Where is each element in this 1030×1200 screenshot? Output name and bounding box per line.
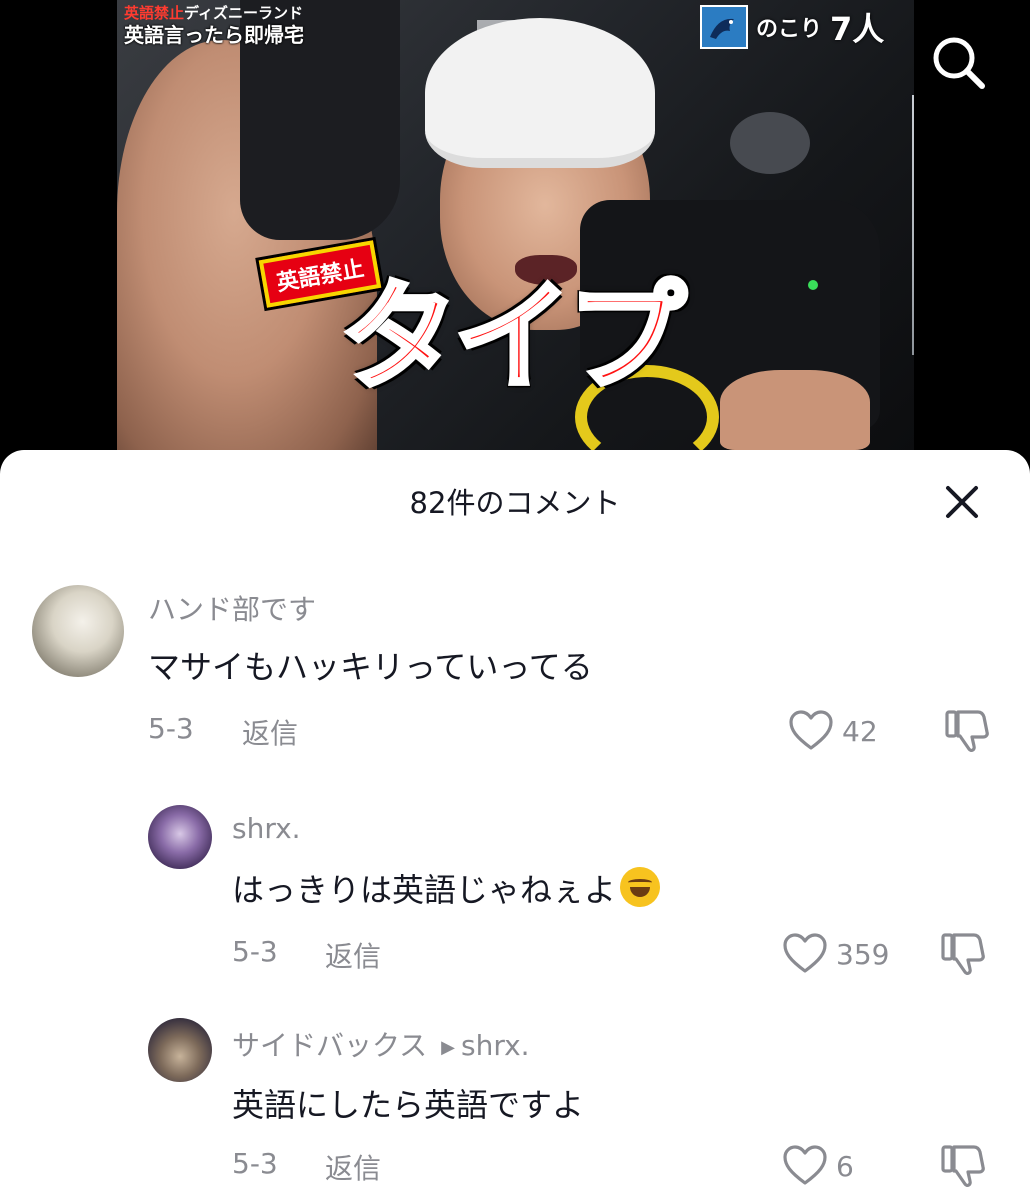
title-tag: 英語禁止 — [124, 4, 185, 22]
dislike-button[interactable] — [944, 708, 990, 758]
video-subtitle: 英語言ったら即帰宅 — [124, 23, 304, 47]
reply-to-author: shrx. — [461, 1029, 530, 1062]
like-button[interactable]: 359 — [782, 933, 889, 975]
comment-author[interactable]: ハンド部です — [148, 588, 316, 628]
video-player[interactable]: 英語禁止ディズニーランド 英語言ったら即帰宅 英語禁止 タイプ のこり 7人 — [0, 0, 1030, 470]
avatar[interactable] — [32, 585, 124, 677]
thumbs-down-icon — [941, 1145, 985, 1188]
thumbs-down-icon — [945, 710, 989, 753]
reply-button[interactable]: 返信 — [325, 935, 381, 975]
like-button[interactable]: 42 — [788, 710, 878, 752]
like-button[interactable]: 6 — [782, 1145, 854, 1187]
rolling-on-floor-laughing-emoji — [620, 867, 661, 907]
search-icon — [933, 37, 985, 89]
like-count: 42 — [842, 714, 878, 748]
comment-date: 5-3 — [232, 935, 278, 968]
close-button[interactable] — [940, 480, 984, 524]
reply-button[interactable]: 返信 — [325, 1147, 381, 1187]
remaining-count: 7人 — [830, 10, 885, 48]
comment-sheet: 82件のコメント ハンド部です マサイもハッキリっていってる 5-3 返信 42… — [0, 450, 1030, 1200]
comment-text: はっきりは英語じゃねぇよ — [232, 865, 661, 911]
search-button[interactable] — [928, 32, 988, 92]
comment-text: 英語にしたら英語ですよ — [232, 1086, 585, 1124]
reply-button[interactable]: 返信 — [242, 712, 298, 752]
avatar[interactable] — [148, 805, 212, 869]
dislike-button[interactable] — [940, 931, 986, 981]
heart-icon — [789, 710, 833, 750]
comment-count-title: 82件のコメント — [409, 486, 621, 520]
white-cap — [425, 18, 655, 168]
remaining-label: のこり — [756, 16, 823, 42]
thumbs-down-icon — [941, 933, 985, 976]
comment-date: 5-3 — [232, 1147, 278, 1180]
title-tag-rest: ディズニーランド — [184, 4, 303, 22]
heart-icon — [783, 933, 827, 973]
comment-text: マサイもハッキリっていってる — [148, 648, 593, 686]
comment-author[interactable]: shrx. — [232, 812, 301, 845]
video-caption: タイプ — [337, 268, 688, 406]
like-count: 359 — [836, 937, 890, 971]
comment-author[interactable]: サイドバックス ▶ shrx. — [232, 1024, 530, 1064]
remaining-counter: のこり 7人 — [700, 4, 884, 50]
video-title-overlay: 英語禁止ディズニーランド 英語言ったら即帰宅 — [124, 4, 304, 48]
dislike-button[interactable] — [940, 1143, 986, 1193]
avatar[interactable] — [148, 1018, 212, 1082]
comment-date: 5-3 — [148, 712, 194, 745]
reply-arrow-icon: ▶ — [441, 1036, 456, 1058]
close-icon — [946, 486, 978, 518]
like-count: 6 — [836, 1149, 854, 1183]
channel-logo-icon — [700, 5, 748, 49]
heart-icon — [783, 1145, 827, 1185]
